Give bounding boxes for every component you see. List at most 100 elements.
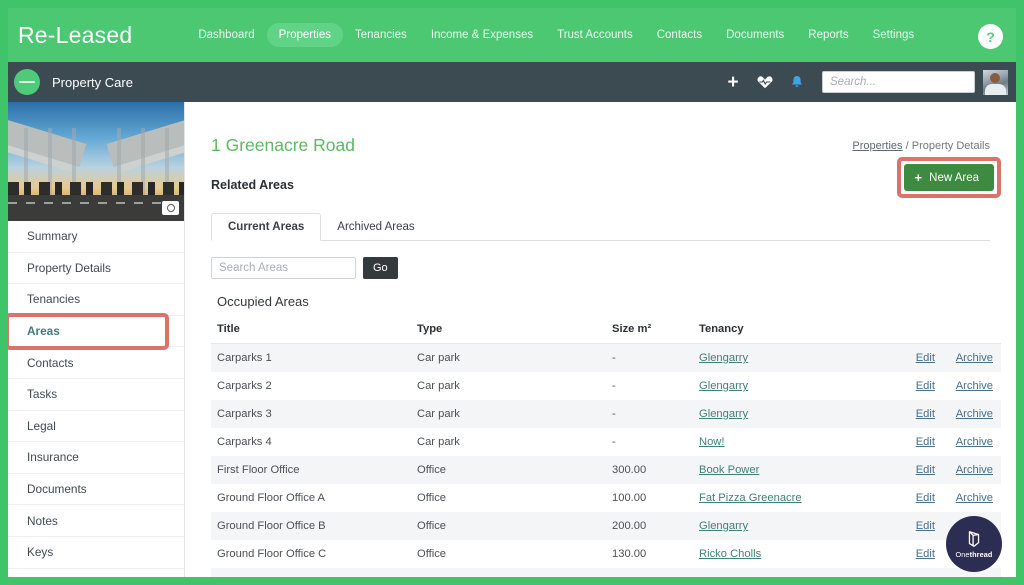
new-area-button[interactable]: + New Area	[903, 164, 994, 191]
onethread-prefix: One	[955, 550, 970, 559]
archive-link[interactable]: Archive	[956, 576, 993, 577]
nav-item-trust-accounts[interactable]: Trust Accounts	[545, 23, 645, 47]
cell-size: 45.00	[606, 568, 693, 577]
cell-tenancy: Glengarry	[693, 344, 893, 373]
bell-icon[interactable]	[781, 62, 813, 102]
cell-archive: Archive	[935, 484, 1001, 512]
camera-icon[interactable]	[162, 201, 179, 215]
property-avatar	[14, 69, 40, 95]
onethread-widget[interactable]: Onethread	[946, 516, 1002, 572]
tenancy-link[interactable]: Glengarry	[699, 520, 748, 532]
tenancy-link[interactable]: Glengarry	[699, 380, 748, 392]
cell-archive: Archive	[935, 372, 1001, 400]
sidebar-item-tasks[interactable]: Tasks	[8, 378, 184, 411]
new-area-button-label: New Area	[929, 171, 979, 184]
sidebar-item-keys[interactable]: Keys	[8, 536, 184, 569]
column-header-title: Title	[211, 318, 411, 344]
help-icon[interactable]: ?	[978, 24, 1003, 49]
edit-link[interactable]: Edit	[916, 576, 935, 577]
brand-logo[interactable]: Re-Leased	[18, 22, 132, 49]
sidebar-item-areas[interactable]: Areas	[8, 315, 184, 348]
sidebar-item-notes[interactable]: Notes	[8, 505, 184, 537]
onethread-suffix: thread	[969, 550, 993, 559]
nav-item-dashboard[interactable]: Dashboard	[186, 23, 266, 47]
global-search-input[interactable]: Search...	[822, 71, 975, 93]
sidebar-item-documents[interactable]: Documents	[8, 473, 184, 506]
table-row: Ground Floor Office B Office 200.00 Glengar…	[211, 512, 1001, 540]
cell-archive: Archive	[935, 456, 1001, 484]
onethread-label: Onethread	[956, 550, 993, 559]
tenancy-link[interactable]: Glengarry	[699, 352, 748, 364]
edit-link[interactable]: Edit	[916, 408, 935, 420]
cell-tenancy: Now!	[693, 428, 893, 456]
cell-size: 300.00	[612, 464, 647, 476]
nav-item-contacts[interactable]: Contacts	[645, 23, 714, 47]
edit-link[interactable]: Edit	[916, 464, 935, 476]
sidebar-item-contacts[interactable]: Contacts	[8, 347, 184, 379]
heart-pulse-svg	[757, 76, 773, 89]
cell-edit: Edit	[893, 512, 935, 540]
sidebar-item-insurance[interactable]: Insurance	[8, 442, 184, 474]
tenancy-link[interactable]: CC's Coffee Lounge	[699, 576, 799, 577]
cell-type: Office	[417, 492, 447, 504]
sidebar-item-property-details[interactable]: Property Details	[8, 252, 184, 285]
nav-item-properties[interactable]: Properties	[266, 23, 344, 47]
tenancy-link[interactable]: Fat Pizza Greenacre	[699, 492, 802, 504]
breadcrumb-link-properties[interactable]: Properties	[852, 140, 902, 152]
search-areas-input[interactable]: Search Areas	[211, 257, 356, 279]
go-button[interactable]: Go	[363, 257, 398, 279]
nav-item-settings[interactable]: Settings	[861, 23, 927, 47]
areas-table-head: Title Type Size m² Tenancy	[211, 318, 1001, 344]
tenancy-link[interactable]: Now!	[699, 436, 725, 448]
cell-title: Ground Floor Office A	[217, 492, 325, 504]
plus-icon[interactable]: +	[717, 62, 749, 102]
heart-pulse-icon[interactable]	[749, 62, 781, 102]
archive-link[interactable]: Archive	[956, 352, 993, 364]
archive-link[interactable]: Archive	[956, 380, 993, 392]
plus-glyph: +	[727, 71, 739, 93]
sidebar-item-legal[interactable]: Legal	[8, 410, 184, 443]
edit-link[interactable]: Edit	[916, 492, 935, 504]
edit-link[interactable]: Edit	[916, 520, 935, 532]
tab-current-areas[interactable]: Current Areas	[211, 213, 322, 241]
app-frame: Re-Leased Dashboard Properties Tenancies…	[8, 8, 1016, 577]
tenancy-link[interactable]: Book Power	[699, 464, 759, 476]
cell-edit: Edit	[893, 372, 935, 400]
cell-tenancy: Ricko Cholls	[693, 540, 893, 568]
tenancy-link[interactable]: Glengarry	[699, 408, 748, 420]
table-row: Carparks 1 Car park - Glengarry Edit Archive	[211, 343, 1001, 373]
areas-table: Title Type Size m² Tenancy Carparks 1 Car…	[211, 318, 1001, 577]
cell-type: Office	[417, 548, 447, 560]
edit-link[interactable]: Edit	[916, 352, 935, 364]
new-area-button-wrap: + New Area	[903, 164, 994, 191]
cell-size: -	[612, 380, 616, 392]
section-title: Related Areas	[211, 178, 294, 192]
top-navigation-bar: Re-Leased Dashboard Properties Tenancies…	[8, 8, 1016, 62]
nav-item-reports[interactable]: Reports	[796, 23, 860, 47]
edit-link[interactable]: Edit	[916, 380, 935, 392]
edit-link[interactable]: Edit	[916, 436, 935, 448]
nav-item-documents[interactable]: Documents	[714, 23, 796, 47]
nav-item-income-expenses[interactable]: Income & Expenses	[419, 23, 545, 47]
edit-link[interactable]: Edit	[916, 548, 935, 560]
tab-archived-areas[interactable]: Archived Areas	[321, 214, 430, 240]
cell-size: -	[612, 408, 616, 420]
archive-link[interactable]: Archive	[956, 492, 993, 504]
nav-item-tenancies[interactable]: Tenancies	[343, 23, 419, 47]
main-panel: 1 Greenacre Road Properties / Property D…	[185, 102, 1016, 577]
table-row: Ground Floor Office C Office 130.00 Ricko C…	[211, 540, 1001, 568]
sidebar-item-summary[interactable]: Summary	[8, 221, 184, 253]
archive-link[interactable]: Archive	[956, 436, 993, 448]
sidebar-item-tenancies[interactable]: Tenancies	[8, 284, 184, 316]
table-row: KioskGround Floor Retail45.00 CC's Coffee…	[211, 568, 1001, 577]
search-areas-placeholder: Search Areas	[219, 262, 289, 274]
search-areas-row: Search Areas Go	[211, 257, 990, 279]
cell-edit: Edit	[893, 568, 935, 577]
cell-size: -	[612, 436, 616, 448]
tenancy-link[interactable]: Ricko Cholls	[699, 548, 761, 560]
cell-tenancy: CC's Coffee Lounge	[693, 568, 893, 577]
archive-link[interactable]: Archive	[956, 408, 993, 420]
breadcrumb-current: Property Details	[911, 140, 990, 152]
user-avatar[interactable]	[983, 69, 1008, 95]
archive-link[interactable]: Archive	[956, 464, 993, 476]
